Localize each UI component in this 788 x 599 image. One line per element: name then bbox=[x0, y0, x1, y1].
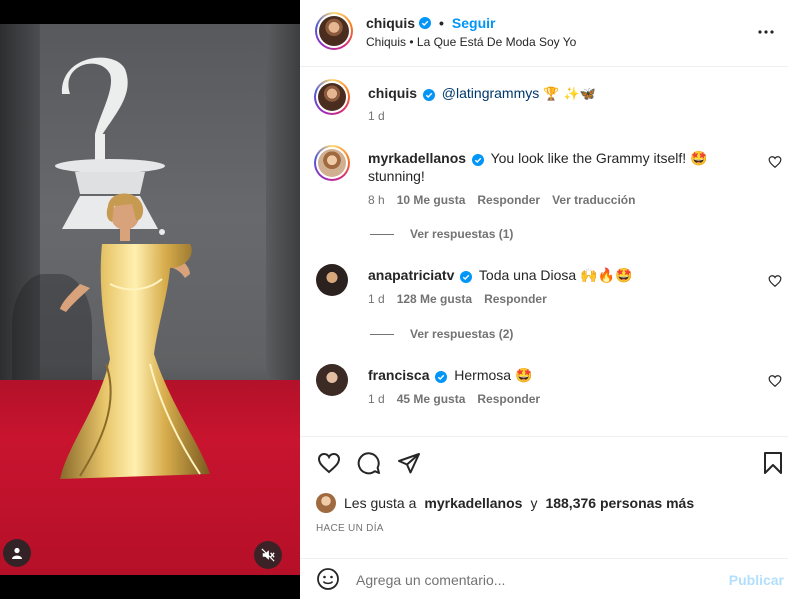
view-replies-label: Ver respuestas (2) bbox=[410, 327, 514, 341]
caption-time[interactable]: 1 d bbox=[368, 109, 385, 123]
commenter-avatar[interactable] bbox=[316, 364, 348, 396]
heart-icon[interactable] bbox=[768, 374, 782, 388]
comment-button[interactable] bbox=[356, 450, 382, 476]
caption-username[interactable]: chiquis bbox=[368, 85, 417, 101]
verified-badge-icon bbox=[435, 370, 448, 383]
more-horizontal-icon bbox=[758, 30, 774, 34]
comment-text: anapatriciatv Toda una Diosa 🙌🔥🤩 bbox=[368, 266, 758, 284]
author-line: chiquis • Seguir bbox=[366, 15, 496, 31]
more-options-button[interactable] bbox=[754, 20, 778, 44]
caption-meta: 1 d bbox=[368, 109, 385, 123]
avatar-image bbox=[318, 83, 346, 111]
verified-badge-icon bbox=[422, 88, 435, 101]
comment-likes[interactable]: 10 Me gusta bbox=[397, 193, 466, 207]
comment-username[interactable]: anapatriciatv bbox=[368, 267, 454, 283]
avatar-image bbox=[319, 16, 349, 46]
comment-username[interactable]: myrkadellanos bbox=[368, 150, 466, 166]
avatar-image bbox=[318, 149, 346, 177]
verified-badge-icon bbox=[471, 153, 484, 166]
like-button[interactable] bbox=[316, 450, 342, 476]
bookmark-icon bbox=[764, 452, 782, 474]
comment-likes[interactable]: 128 Me gusta bbox=[397, 292, 472, 306]
mute-toggle-button[interactable] bbox=[254, 541, 282, 569]
reply-button[interactable]: Responder bbox=[477, 392, 540, 406]
view-replies-label: Ver respuestas (1) bbox=[410, 227, 514, 241]
comment-body: Hermosa 🤩 bbox=[454, 367, 533, 383]
likes-summary[interactable]: Les gusta a myrkadellanos y 188,376 pers… bbox=[316, 493, 694, 513]
comment-time[interactable]: 1 d bbox=[368, 292, 385, 306]
post-media[interactable] bbox=[0, 0, 300, 599]
comment-icon bbox=[357, 452, 380, 475]
comment-text: francisca Hermosa 🤩 bbox=[368, 366, 758, 384]
comments-list[interactable]: chiquis @latingrammys 🏆 ✨🦋 1 d myrkadell… bbox=[300, 67, 788, 435]
comment-meta: 1 d 128 Me gusta Responder bbox=[368, 292, 547, 306]
reply-button[interactable]: Responder bbox=[484, 292, 547, 306]
verified-badge-icon bbox=[460, 270, 473, 283]
comment-body: Toda una Diosa 🙌🔥🤩 bbox=[478, 267, 633, 283]
comment-input[interactable] bbox=[356, 569, 716, 591]
caption-mention[interactable]: @latingrammys bbox=[442, 85, 539, 101]
save-button[interactable] bbox=[760, 450, 786, 476]
add-comment-bar: Publicar bbox=[300, 558, 788, 599]
likes-others[interactable]: 188,376 personas más bbox=[545, 495, 694, 511]
comment-likes[interactable]: 45 Me gusta bbox=[397, 392, 466, 406]
separator-dot: • bbox=[439, 15, 444, 31]
emoji-button[interactable] bbox=[316, 567, 342, 593]
caption-emojis: 🏆 ✨🦋 bbox=[543, 87, 596, 102]
post-panel: chiquis • Seguir Chiquis • La Que Está D… bbox=[300, 0, 788, 599]
likes-prefix: Les gusta a bbox=[344, 495, 417, 511]
follow-button[interactable]: Seguir bbox=[452, 15, 496, 31]
translate-button[interactable]: Ver traducción bbox=[552, 193, 635, 207]
author-avatar[interactable] bbox=[315, 12, 353, 50]
liker-avatar bbox=[316, 493, 336, 513]
view-replies-button[interactable]: Ver respuestas (2) bbox=[370, 327, 513, 341]
emoji-icon bbox=[317, 568, 339, 590]
gold-gown-figure bbox=[60, 193, 210, 479]
heart-icon[interactable] bbox=[768, 274, 782, 288]
replies-divider bbox=[370, 233, 394, 235]
replies-divider bbox=[370, 333, 394, 335]
caption-avatar[interactable] bbox=[314, 79, 350, 115]
likes-joiner: y bbox=[530, 495, 538, 511]
author-username[interactable]: chiquis bbox=[366, 15, 415, 31]
muted-speaker-icon bbox=[261, 548, 275, 562]
post-actions: Les gusta a myrkadellanos y 188,376 pers… bbox=[300, 436, 788, 556]
video-frame[interactable] bbox=[0, 24, 300, 575]
liker-username[interactable]: myrkadellanos bbox=[424, 495, 522, 511]
commenter-avatar[interactable] bbox=[316, 264, 348, 296]
view-replies-button[interactable]: Ver respuestas (1) bbox=[370, 227, 513, 241]
user-tag-icon bbox=[12, 547, 22, 559]
comment-time[interactable]: 8 h bbox=[368, 193, 385, 207]
commenter-avatar[interactable] bbox=[314, 145, 350, 181]
publish-button[interactable]: Publicar bbox=[729, 572, 784, 588]
share-icon bbox=[398, 453, 420, 474]
comment-meta: 8 h 10 Me gusta Responder Ver traducción bbox=[368, 193, 635, 207]
comment-text: myrkadellanos You look like the Grammy i… bbox=[368, 149, 758, 185]
heart-icon[interactable] bbox=[768, 155, 782, 169]
backdrop-wall-right bbox=[266, 24, 300, 384]
post-timestamp[interactable]: HACE UN DÍA bbox=[316, 523, 384, 534]
share-button[interactable] bbox=[396, 450, 422, 476]
verified-badge-icon bbox=[419, 17, 432, 29]
comment-username[interactable]: francisca bbox=[368, 367, 429, 383]
tagged-users-button[interactable] bbox=[3, 539, 31, 567]
heart-icon bbox=[317, 452, 341, 474]
comment-time[interactable]: 1 d bbox=[368, 392, 385, 406]
post-header: chiquis • Seguir Chiquis • La Que Está D… bbox=[300, 0, 788, 67]
audio-subtitle[interactable]: Chiquis • La Que Está De Moda Soy Yo bbox=[366, 35, 576, 49]
caption-text: chiquis @latingrammys 🏆 ✨🦋 bbox=[368, 84, 758, 104]
comment-meta: 1 d 45 Me gusta Responder bbox=[368, 392, 540, 406]
reply-button[interactable]: Responder bbox=[477, 193, 540, 207]
